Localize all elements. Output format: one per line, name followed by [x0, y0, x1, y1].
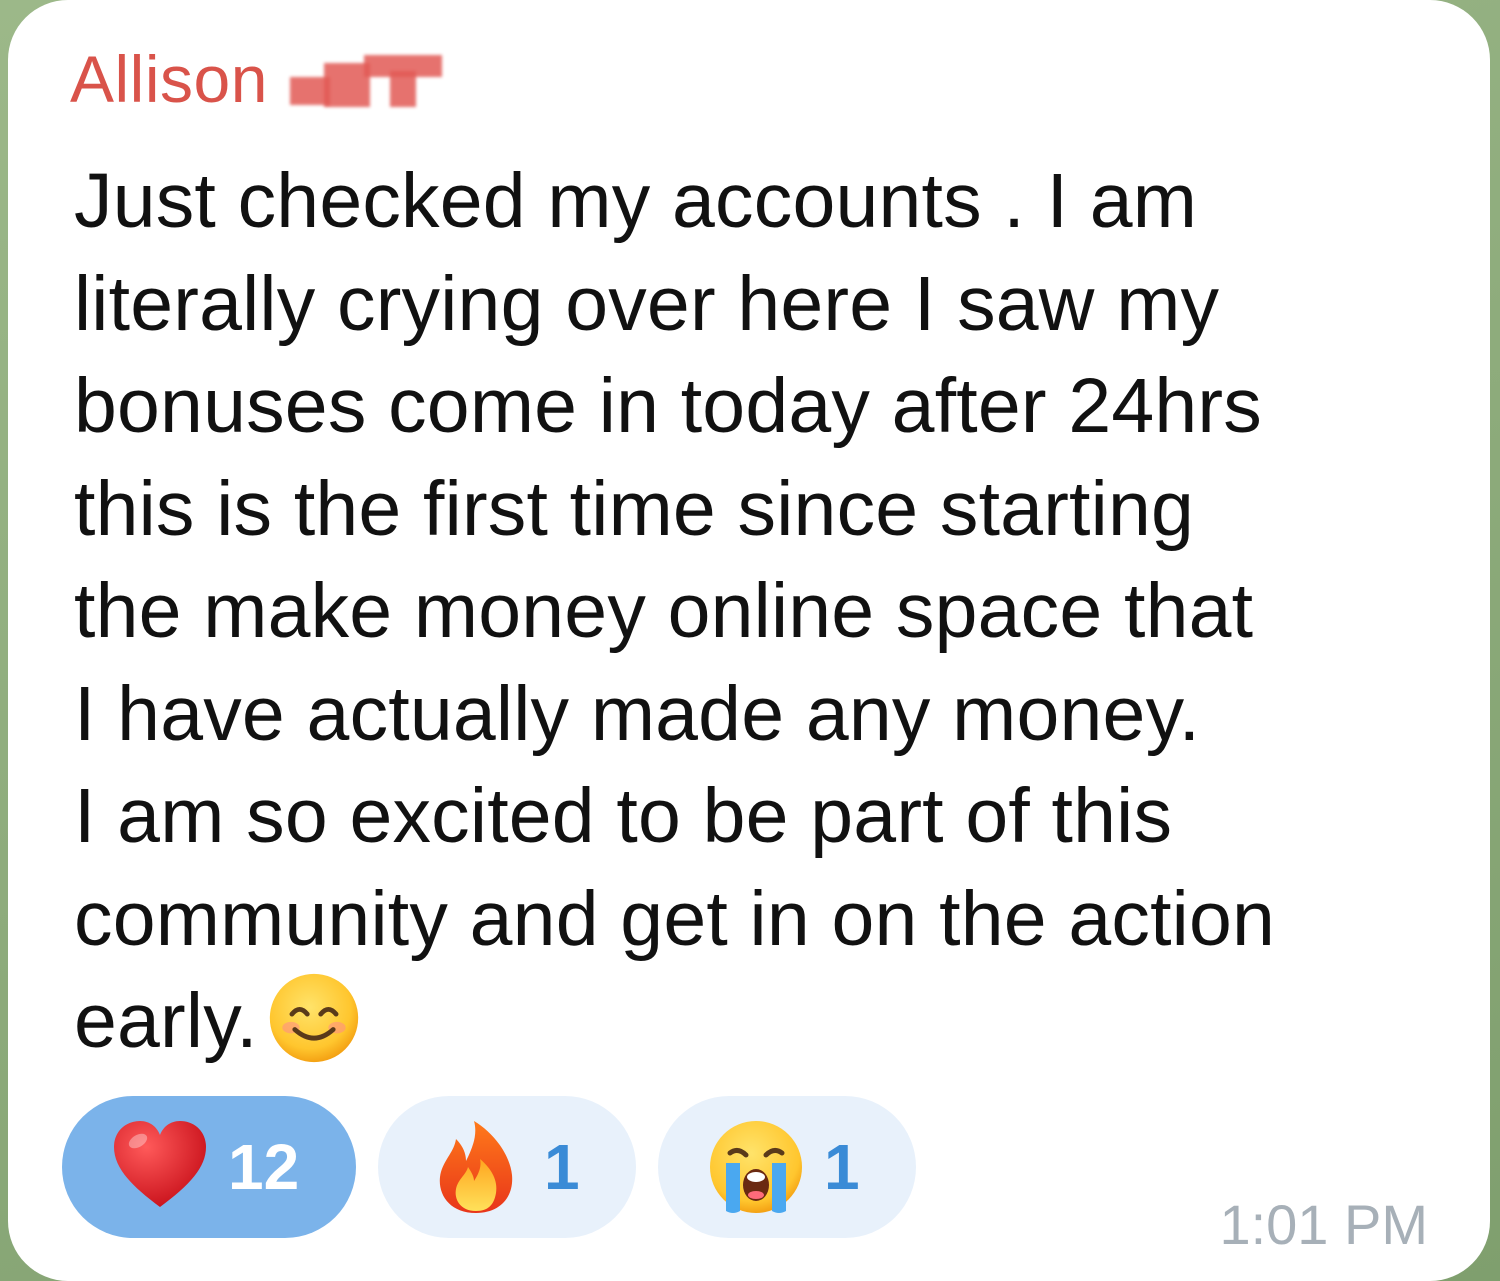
fire-icon — [439, 1121, 513, 1213]
reaction-crying-button[interactable]: 1 — [658, 1096, 916, 1238]
message-timestamp: 1:01 PM — [1219, 1193, 1428, 1256]
reaction-fire-button[interactable]: 1 — [378, 1096, 636, 1238]
red-heart-icon — [114, 1121, 206, 1207]
message-text: Just checked my accounts . I am literall… — [74, 150, 1454, 1073]
sender-name[interactable]: Allison — [70, 46, 268, 112]
message-line: literally crying over here I saw my — [74, 260, 1220, 347]
loudly-crying-face-icon — [710, 1121, 802, 1213]
message-sender: Allison — [70, 46, 442, 112]
reaction-heart-button[interactable]: 12 — [62, 1096, 356, 1238]
reaction-count: 1 — [824, 1131, 860, 1203]
message-line: bonuses come in today after 24hrs — [74, 363, 1262, 449]
message-line: Just checked my accounts . I am — [74, 158, 1198, 244]
reactions-bar: 12 1 1 — [62, 1096, 916, 1238]
message-line: this is the first time since starting — [74, 465, 1194, 552]
reaction-count: 12 — [228, 1131, 300, 1203]
message-line: early. — [74, 978, 258, 1064]
message-line: I am so excited to be part of this — [74, 773, 1173, 859]
message-line: the make money online space that — [74, 568, 1254, 654]
message-bubble[interactable]: Allison Just checked my accounts . I am … — [8, 0, 1490, 1281]
message-line: I have actually made any money. — [74, 670, 1201, 757]
message-line: community and get in on the action — [74, 875, 1276, 962]
smiling-face-with-smiling-eyes-icon — [269, 973, 358, 1062]
reaction-count: 1 — [544, 1131, 580, 1203]
redacted-surname — [289, 49, 442, 109]
